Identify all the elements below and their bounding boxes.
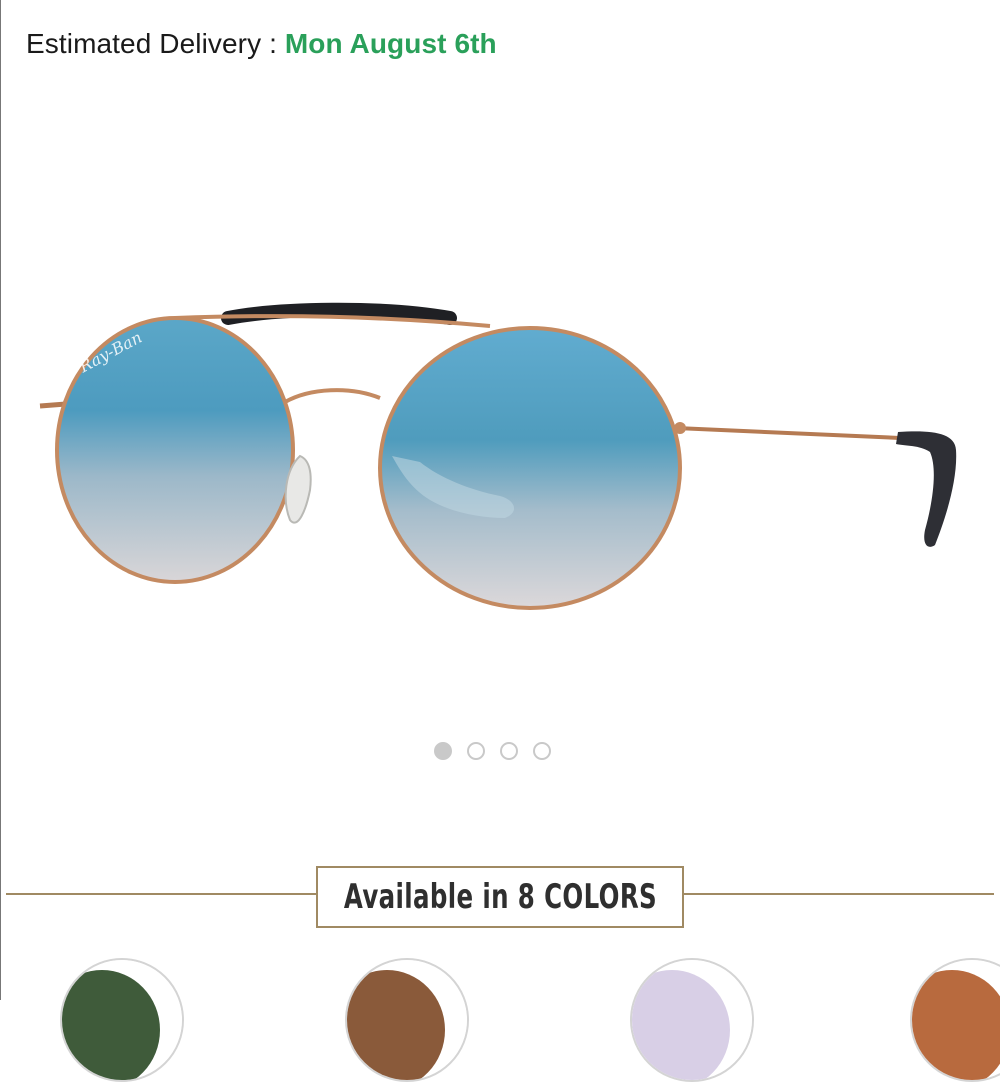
copper-lens-swatch bbox=[912, 960, 1000, 1080]
lilac-lens-swatch bbox=[632, 960, 752, 1080]
green-lens-swatch bbox=[62, 960, 182, 1080]
color-swatch-lilac[interactable] bbox=[630, 958, 754, 1082]
temple-tip-right bbox=[896, 431, 957, 547]
hinge-right bbox=[674, 422, 686, 434]
color-swatch-copper[interactable] bbox=[910, 958, 1000, 1082]
left-border bbox=[0, 0, 1, 1000]
temple-arm-right bbox=[675, 426, 901, 440]
color-swatch-green[interactable] bbox=[60, 958, 184, 1082]
nose-bridge bbox=[284, 388, 381, 404]
carousel-dots bbox=[0, 742, 992, 760]
delivery-date: Mon August 6th bbox=[284, 28, 497, 59]
carousel-dot[interactable] bbox=[499, 742, 518, 760]
color-swatch-brown[interactable] bbox=[345, 958, 469, 1082]
estimated-delivery: Estimated Delivery : Mon August 6th bbox=[26, 28, 497, 60]
available-colors-label: Available in 8 COLORS bbox=[343, 877, 657, 917]
sunglasses-image[interactable]: Ray-Ban bbox=[30, 300, 970, 620]
available-colors-heading: Available in 8 COLORS bbox=[316, 866, 684, 928]
carousel-dot[interactable] bbox=[466, 742, 485, 760]
delivery-label: Estimated Delivery : bbox=[26, 28, 285, 59]
carousel-dot[interactable] bbox=[532, 742, 551, 760]
brown-lens-swatch bbox=[347, 960, 467, 1080]
carousel-dot[interactable] bbox=[433, 742, 452, 760]
